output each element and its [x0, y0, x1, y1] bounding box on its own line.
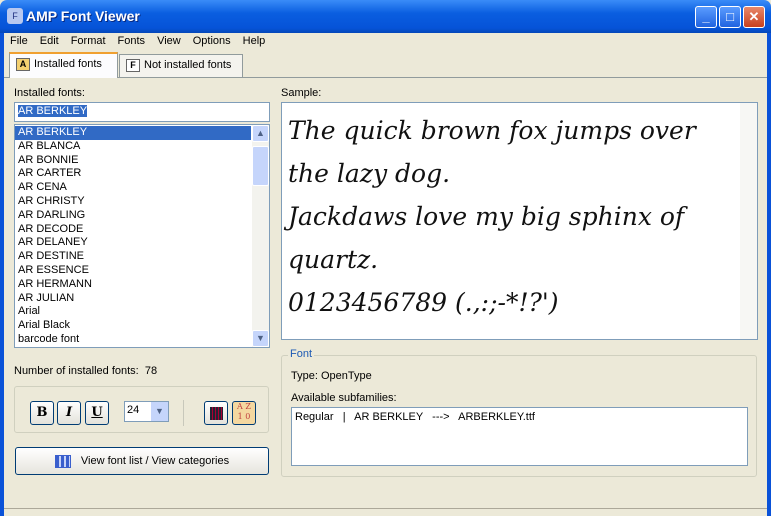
font-list-item[interactable]: AR DARLING — [15, 209, 251, 223]
menu-file[interactable]: File — [4, 33, 34, 51]
view-font-list-button[interactable]: View font list / View categories — [15, 447, 269, 475]
subfamilies-list[interactable]: Regular | AR BERKLEY ---> ARBERKLEY.ttf — [291, 407, 748, 466]
sample-preview: The quick brown fox jumps over the lazy … — [281, 102, 758, 340]
installed-count: Number of installed fonts: 78 — [14, 365, 157, 377]
minimize-button[interactable]: _ — [695, 6, 717, 28]
chevron-down-icon[interactable]: ▼ — [151, 402, 168, 421]
grid-icon — [209, 407, 223, 420]
underline-button[interactable]: U — [85, 401, 109, 425]
font-list-item[interactable]: AR DELANEY — [15, 236, 251, 250]
tab-not-installed-fonts[interactable]: F Not installed fonts — [119, 54, 243, 77]
menu-edit[interactable]: Edit — [34, 33, 65, 51]
menu-bar: File Edit Format Fonts View Options Help — [4, 33, 280, 51]
font-list-item[interactable]: AR DESTINE — [15, 250, 251, 264]
font-list-item[interactable]: Arial — [15, 305, 251, 319]
font-list-item[interactable]: AR BLANCA — [15, 140, 251, 154]
tab-label: Not installed fonts — [144, 59, 232, 71]
font-size-value: 24 — [127, 404, 140, 416]
window-title: AMP Font Viewer — [26, 8, 140, 24]
sample-scrollbar[interactable] — [740, 103, 757, 339]
font-list-item[interactable]: AR BONNIE — [15, 154, 251, 168]
font-list-item[interactable]: barcode font — [15, 333, 251, 347]
sample-label: Sample: — [281, 87, 322, 99]
status-bar — [4, 508, 767, 516]
font-list-item[interactable]: AR ESSENCE — [15, 264, 251, 278]
menu-options[interactable]: Options — [187, 33, 237, 51]
tab-label: Installed fonts — [34, 58, 102, 70]
font-list-item[interactable]: AR CARTER — [15, 167, 251, 181]
sample-line: 0123456789 (.,:;-*!?') — [288, 288, 559, 317]
sample-line: the lazy dog. — [288, 159, 451, 188]
font-type: Type: OpenType — [291, 370, 372, 382]
font-list-scrollbar[interactable]: ▲ ▼ — [252, 125, 269, 347]
list-icon — [54, 454, 71, 468]
character-map-button[interactable] — [204, 401, 228, 425]
toolbar-divider — [183, 400, 184, 426]
font-list-item[interactable]: AR HERMANN — [15, 278, 251, 292]
app-icon: F — [7, 8, 23, 24]
scroll-down-button[interactable]: ▼ — [252, 330, 269, 347]
sample-line: The quick brown fox jumps over — [288, 116, 696, 145]
menu-fonts[interactable]: Fonts — [112, 33, 152, 51]
installed-font-icon: A — [16, 58, 30, 71]
menu-view[interactable]: View — [151, 33, 187, 51]
menu-help[interactable]: Help — [237, 33, 272, 51]
sample-line: quartz. — [288, 245, 379, 274]
font-list-item[interactable]: AR CHRISTY — [15, 195, 251, 209]
scroll-up-button[interactable]: ▲ — [252, 125, 269, 142]
font-size-select[interactable]: 24 ▼ — [124, 401, 169, 422]
sort-button[interactable]: A Z1 0 — [232, 401, 256, 425]
subfamilies-label: Available subfamilies: — [291, 392, 397, 404]
italic-button[interactable]: I — [57, 401, 81, 425]
font-group-label: Font — [288, 348, 315, 360]
window-frame-right — [767, 33, 771, 516]
installed-fonts-label: Installed fonts: — [14, 87, 85, 99]
menu-format[interactable]: Format — [65, 33, 112, 51]
bold-button[interactable]: B — [30, 401, 54, 425]
font-list[interactable]: AR BERKLEY AR BLANCA AR BONNIE AR CARTER AR … — [14, 124, 270, 348]
scroll-thumb[interactable] — [252, 146, 269, 186]
maximize-button[interactable]: □ — [719, 6, 741, 28]
font-list-item[interactable]: AR BERKLEY — [15, 126, 251, 140]
font-list-item[interactable]: Arial Black — [15, 319, 251, 333]
font-file-icon: F — [126, 59, 140, 72]
count-value: 78 — [144, 365, 158, 377]
font-list-item[interactable]: AR CENA — [15, 181, 251, 195]
count-label: Number of installed fonts: — [14, 365, 139, 377]
font-list-item[interactable]: AR DECODE — [15, 223, 251, 237]
view-button-label: View font list / View categories — [80, 455, 230, 467]
sample-line: Jackdaws love my big sphinx of — [288, 202, 685, 231]
tab-installed-fonts[interactable]: A Installed fonts — [9, 52, 118, 78]
font-name-input[interactable]: AR BERKLEY — [14, 102, 270, 122]
close-button[interactable]: ✕ — [743, 6, 765, 28]
font-list-item[interactable]: AR JULIAN — [15, 292, 251, 306]
sort-az-icon: A Z1 0 — [237, 402, 251, 421]
font-name-value: AR BERKLEY — [18, 105, 88, 117]
